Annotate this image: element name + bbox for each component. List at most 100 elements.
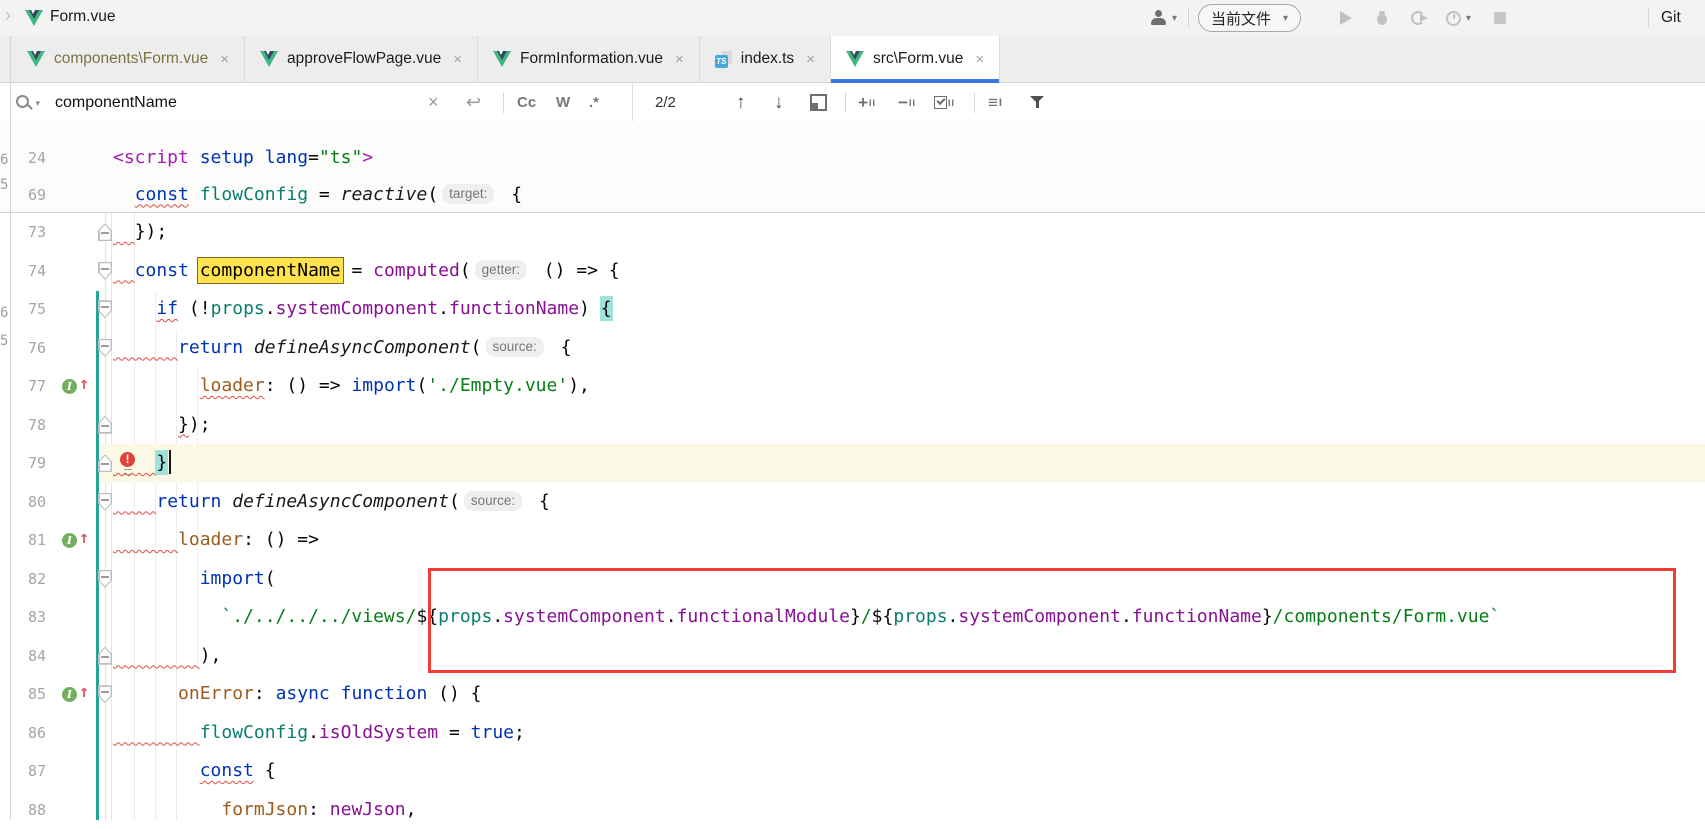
vcs-change-bar[interactable] bbox=[96, 291, 99, 820]
fold-marker-icon[interactable] bbox=[98, 454, 112, 472]
code-line-69[interactable]: 69 const flowConfig = reactive(target: { bbox=[0, 176, 1705, 215]
match-case-toggle[interactable]: Cc bbox=[517, 84, 536, 121]
open-in-find-window-button[interactable] bbox=[810, 84, 827, 121]
close-icon[interactable]: × bbox=[220, 51, 229, 68]
line-number[interactable]: 81 bbox=[11, 521, 46, 560]
code-line-content[interactable]: const componentName = computed(getter: (… bbox=[113, 252, 1705, 291]
line-number[interactable]: 78 bbox=[11, 406, 46, 445]
clear-search-icon[interactable]: × bbox=[428, 84, 439, 121]
filter-search-button[interactable] bbox=[1030, 84, 1044, 121]
profiler-dropdown-caret-icon[interactable]: ▾ bbox=[1466, 0, 1471, 36]
code-line-82[interactable]: 82 import( bbox=[0, 560, 1705, 599]
error-intention-icon[interactable]: ! bbox=[120, 452, 136, 474]
fold-marker-icon[interactable] bbox=[98, 647, 112, 665]
line-number[interactable]: 74 bbox=[11, 252, 46, 291]
code-line-81[interactable]: 81I↑ loader: () => bbox=[0, 521, 1705, 560]
profiler-button[interactable] bbox=[1446, 0, 1461, 36]
tab-components-form-vue[interactable]: components\Form.vue× bbox=[12, 36, 245, 82]
line-number[interactable]: 88 bbox=[11, 791, 46, 829]
line-number[interactable]: 83 bbox=[11, 598, 46, 637]
user-icon[interactable] bbox=[1150, 0, 1168, 36]
find-query-input[interactable]: componentName bbox=[55, 84, 177, 121]
code-line-content[interactable]: const { bbox=[113, 752, 1705, 791]
line-number[interactable]: 69 bbox=[11, 176, 46, 215]
code-line-80[interactable]: 80 return defineAsyncComponent(source: { bbox=[0, 483, 1705, 522]
line-number[interactable]: 87 bbox=[11, 752, 46, 791]
code-line-content[interactable]: <script setup lang="ts"> bbox=[113, 139, 1705, 178]
code-line-content[interactable]: }); bbox=[113, 213, 1705, 252]
fold-marker-icon[interactable] bbox=[98, 416, 112, 434]
code-line-76[interactable]: 76 return defineAsyncComponent(source: { bbox=[0, 329, 1705, 368]
implementation-gutter-icon[interactable]: I↑ bbox=[62, 532, 98, 549]
search-icon[interactable]: ▾ bbox=[14, 84, 40, 121]
add-selection-button[interactable]: +II bbox=[858, 84, 876, 121]
code-line-78[interactable]: 78 }); bbox=[0, 406, 1705, 445]
tab-approveflowpage-vue[interactable]: approveFlowPage.vue× bbox=[245, 36, 478, 82]
code-line-74[interactable]: 74 const componentName = computed(getter… bbox=[0, 252, 1705, 291]
remove-selection-button[interactable]: −II bbox=[898, 84, 916, 121]
code-line-content[interactable]: ), bbox=[113, 637, 1705, 676]
run-config-selector[interactable]: 当前文件▾ bbox=[1198, 0, 1301, 36]
line-number[interactable]: 76 bbox=[11, 329, 46, 368]
coverage-button[interactable] bbox=[1410, 0, 1426, 36]
code-line-content[interactable]: return defineAsyncComponent(source: { bbox=[113, 483, 1705, 522]
code-line-content[interactable]: if (!props.systemComponent.functionName)… bbox=[113, 290, 1705, 329]
fold-marker-icon[interactable] bbox=[98, 300, 112, 318]
code-line-77[interactable]: 77 I↑ loader: () => import('./Empty.vue')… bbox=[0, 367, 1705, 406]
code-line-75[interactable]: 75 if (!props.systemComponent.functionNa… bbox=[0, 290, 1705, 329]
select-all-occurrences-button[interactable]: II bbox=[934, 84, 955, 121]
close-icon[interactable]: × bbox=[453, 51, 462, 68]
select-lines-button[interactable]: ≡I bbox=[988, 84, 1003, 121]
code-line-content[interactable]: formJson: newJson, bbox=[113, 791, 1705, 829]
code-editor[interactable]: 24<script setup lang="ts">69 const flowC… bbox=[0, 121, 1705, 820]
code-line-content[interactable]: } bbox=[113, 444, 1705, 483]
code-line-content[interactable]: loader: () => import('./Empty.vue'), bbox=[113, 367, 1705, 406]
code-line-content[interactable]: const flowConfig = reactive(target: { bbox=[113, 176, 1705, 215]
code-line-86[interactable]: 86 flowConfig.isOldSystem = true; bbox=[0, 714, 1705, 753]
breadcrumb-chevron-icon[interactable]: › bbox=[5, 5, 11, 26]
fold-marker-icon[interactable] bbox=[98, 685, 112, 703]
line-number[interactable]: 80 bbox=[11, 483, 46, 522]
code-line-88[interactable]: 88 formJson: newJson, bbox=[0, 791, 1705, 829]
code-line-content[interactable]: flowConfig.isOldSystem = true; bbox=[113, 714, 1705, 753]
line-number[interactable]: 77 bbox=[11, 367, 46, 406]
code-line-content[interactable]: onError: async function () { bbox=[113, 675, 1705, 714]
line-number[interactable]: 86 bbox=[11, 714, 46, 753]
code-line-content[interactable]: `./../../../views/${props.systemComponen… bbox=[113, 598, 1705, 637]
fold-marker-icon[interactable] bbox=[98, 339, 112, 357]
implementation-gutter-icon[interactable]: I↑ bbox=[62, 378, 98, 395]
code-line-73[interactable]: 73 }); bbox=[0, 213, 1705, 252]
code-line-83[interactable]: 83 `./../../../views/${props.systemCompo… bbox=[0, 598, 1705, 637]
line-number[interactable]: 24 bbox=[11, 139, 46, 178]
code-line-85[interactable]: 85I↑ onError: async function () { bbox=[0, 675, 1705, 714]
regex-toggle[interactable]: .* bbox=[589, 84, 599, 121]
line-number[interactable]: 85 bbox=[11, 675, 46, 714]
code-line-84[interactable]: 84 ), bbox=[0, 637, 1705, 676]
fold-marker-icon[interactable] bbox=[98, 223, 112, 241]
run-button[interactable] bbox=[1340, 0, 1352, 36]
previous-match-button[interactable]: ↑ bbox=[736, 84, 746, 121]
new-line-icon[interactable]: ↩ bbox=[466, 84, 481, 121]
next-match-button[interactable]: ↓ bbox=[774, 84, 784, 121]
close-icon[interactable]: × bbox=[675, 51, 684, 68]
user-dropdown-caret-icon[interactable]: ▾ bbox=[1172, 0, 1177, 36]
close-icon[interactable]: × bbox=[806, 51, 815, 68]
code-line-content[interactable]: }); bbox=[113, 406, 1705, 445]
line-number[interactable]: 75 bbox=[11, 290, 46, 329]
fold-marker-icon[interactable] bbox=[98, 570, 112, 588]
git-widget[interactable]: Git bbox=[1661, 0, 1681, 36]
whole-words-toggle[interactable]: W bbox=[556, 84, 570, 121]
line-number[interactable]: 84 bbox=[11, 637, 46, 676]
line-number[interactable]: 79 bbox=[11, 444, 46, 483]
fold-marker-icon[interactable] bbox=[98, 262, 112, 280]
tab-forminformation-vue[interactable]: FormInformation.vue× bbox=[478, 36, 700, 82]
code-line-79[interactable]: 79! } bbox=[0, 444, 1705, 483]
tab-index-ts[interactable]: TSindex.ts× bbox=[700, 36, 831, 82]
stop-button[interactable] bbox=[1494, 0, 1506, 36]
tab-src-form-vue[interactable]: src\Form.vue× bbox=[831, 36, 1000, 82]
line-number[interactable]: 82 bbox=[11, 560, 46, 599]
code-line-content[interactable]: return defineAsyncComponent(source: { bbox=[113, 329, 1705, 368]
fold-marker-icon[interactable] bbox=[98, 493, 112, 511]
code-line-24[interactable]: 24 <script setup lang="ts"> bbox=[0, 139, 1705, 178]
line-number[interactable]: 73 bbox=[11, 213, 46, 252]
